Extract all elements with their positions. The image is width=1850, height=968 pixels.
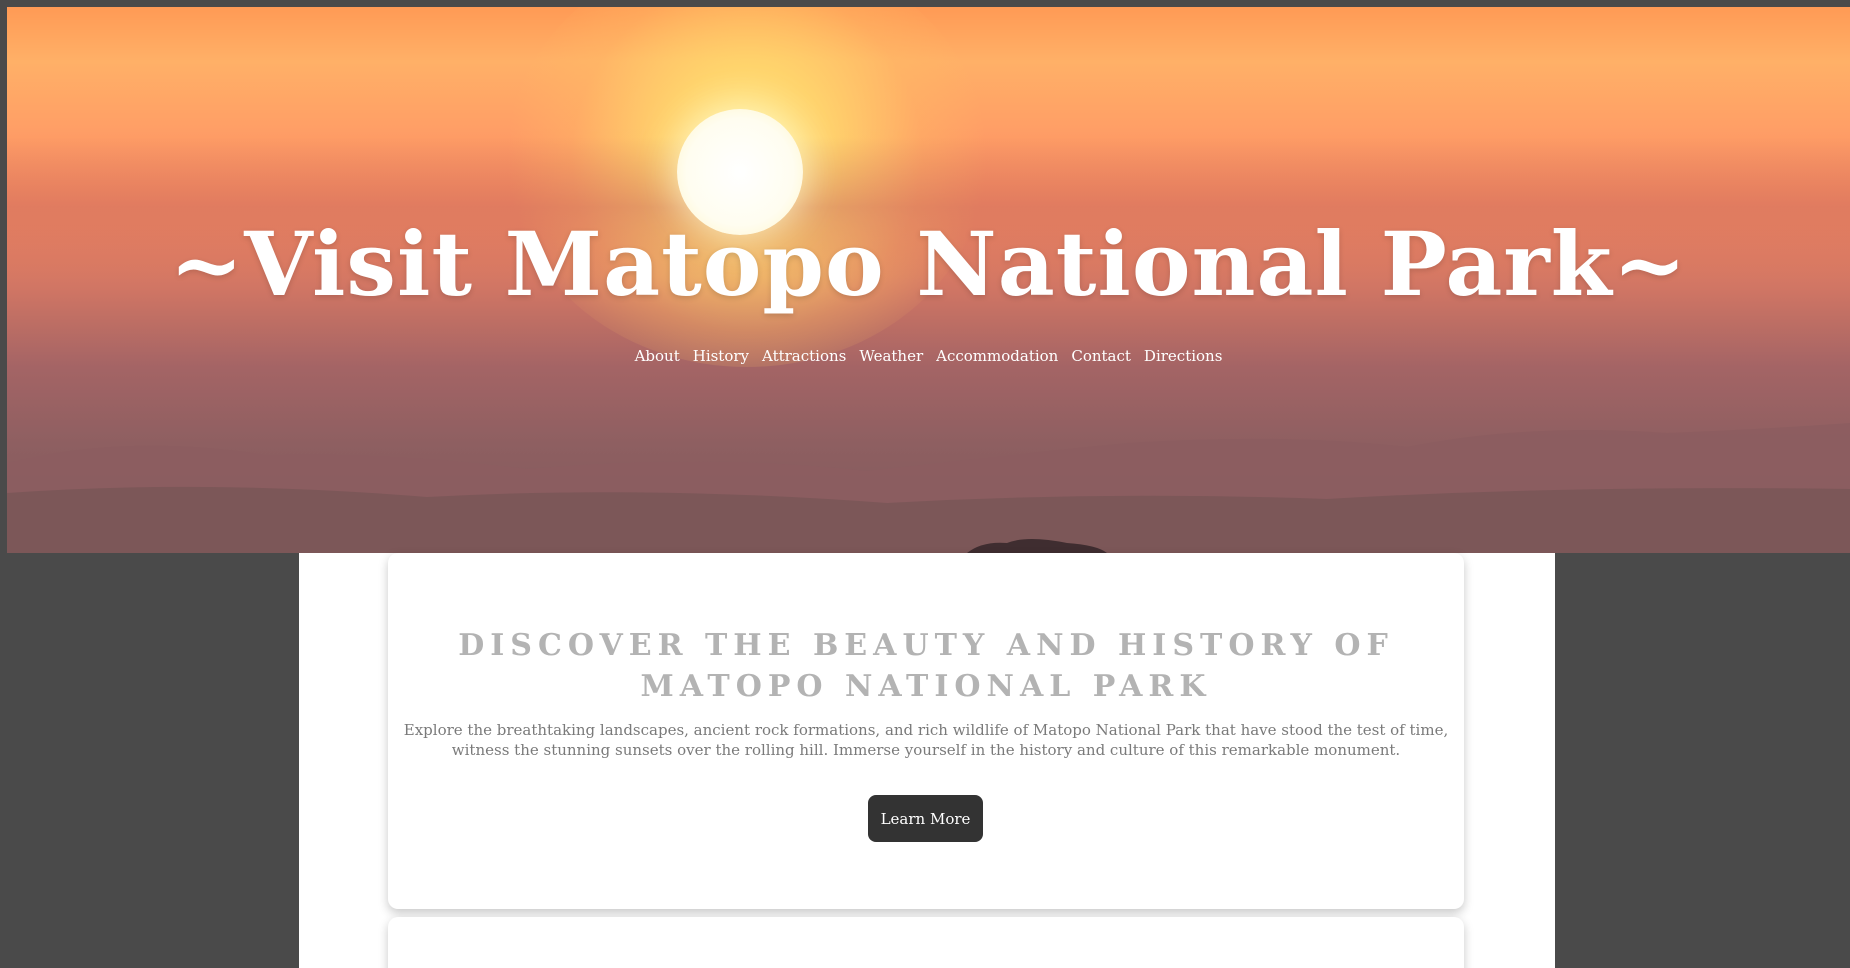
intro-text: Explore the breathtaking landscapes, anc… (403, 721, 1449, 759)
main-nav: About History Attractions Weather Accomm… (7, 347, 1850, 365)
nav-link-accommodation[interactable]: Accommodation (936, 347, 1058, 365)
nav-link-attractions[interactable]: Attractions (762, 347, 846, 365)
nav-link-directions[interactable]: Directions (1144, 347, 1223, 365)
hero-banner: ~Visit Matopo National Park~ About Histo… (7, 7, 1850, 553)
intro-heading: DISCOVER THE BEAUTY AND HISTORY OF MATOP… (458, 628, 1394, 704)
intro-card: DISCOVER THE BEAUTY AND HISTORY OF MATOP… (388, 553, 1464, 909)
nav-link-contact[interactable]: Contact (1071, 347, 1131, 365)
page: ~Visit Matopo National Park~ About Histo… (0, 0, 1850, 968)
next-card (388, 917, 1464, 968)
learn-more-button[interactable]: Learn More (868, 795, 983, 842)
nav-link-history[interactable]: History (693, 347, 749, 365)
site-title: ~Visit Matopo National Park~ (169, 212, 1688, 316)
nav-link-weather[interactable]: Weather (859, 347, 923, 365)
hills-silhouette (7, 423, 1850, 553)
content-panel: DISCOVER THE BEAUTY AND HISTORY OF MATOP… (299, 553, 1555, 968)
nav-link-about[interactable]: About (635, 347, 680, 365)
